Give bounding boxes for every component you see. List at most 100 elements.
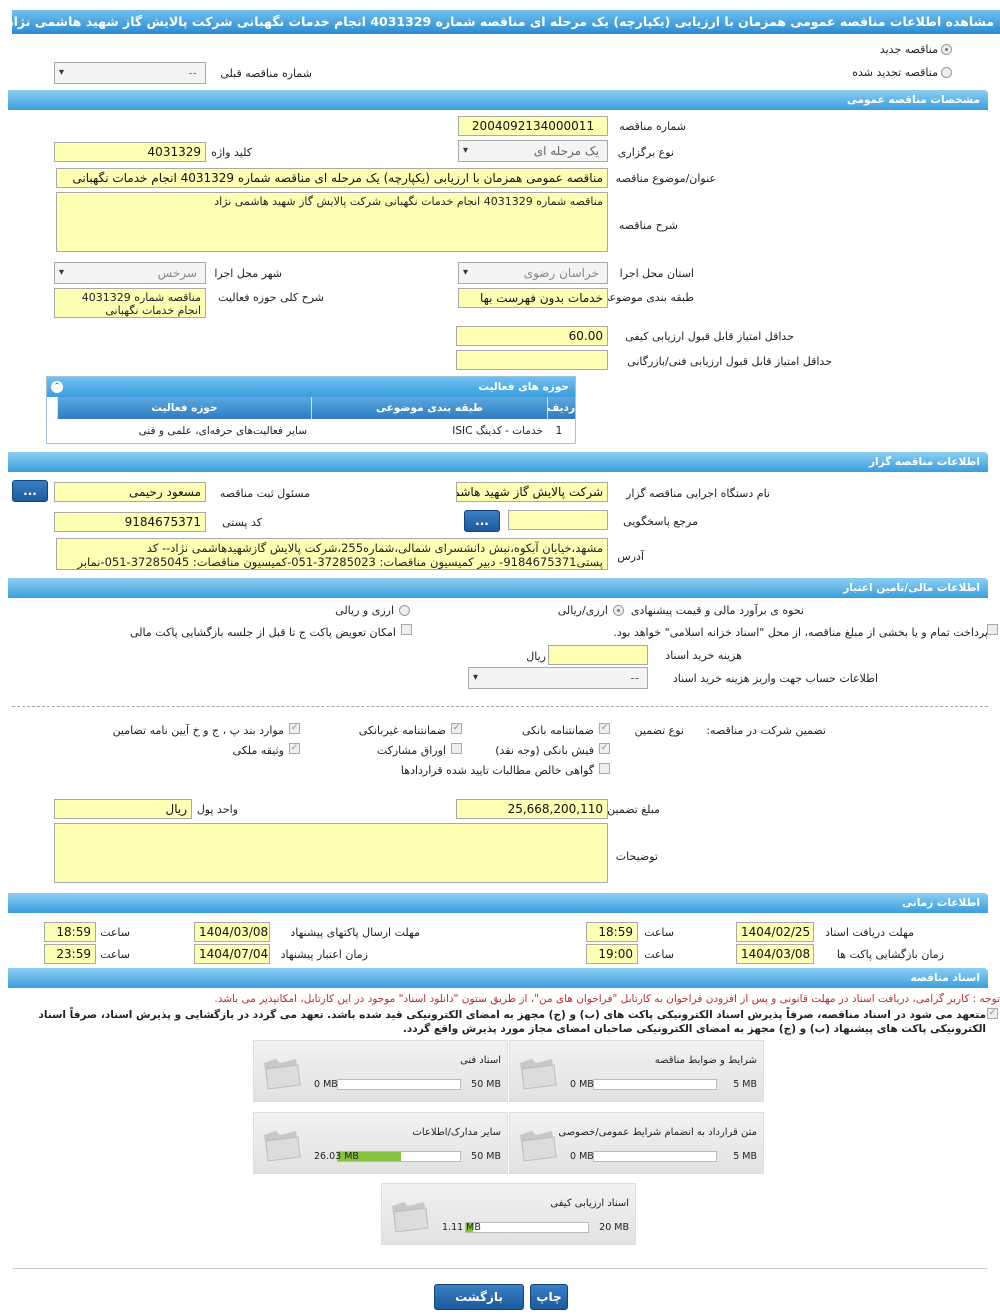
g1-label: ضمانتنامه بانکی xyxy=(521,724,594,737)
g2-checkbox[interactable]: ✓ xyxy=(451,723,462,734)
org-lookup-button[interactable]: ... xyxy=(12,480,48,502)
keyword-field[interactable]: 4031329 xyxy=(54,142,206,162)
org-name-field[interactable]: شرکت پالایش گاز شهید هاشمی نژاد xyxy=(456,482,608,502)
treasury-checkbox[interactable] xyxy=(987,624,998,635)
folder-icon xyxy=(264,1059,301,1090)
prev-number-label: شماره مناقصه قبلی xyxy=(220,67,312,80)
account-select[interactable]: -- ▾ xyxy=(468,667,648,689)
guarantee-type-label: نوع تضمین xyxy=(634,724,684,737)
validity-field[interactable]: 1404/07/04 xyxy=(194,944,270,964)
file-card[interactable]: شرایط و ضوابط مناقصه 5 MB 0 MB xyxy=(509,1040,764,1102)
table-cell: سایر فعالیت‌های حرفه‌ای، علمی و فنی xyxy=(138,425,307,437)
tech-score-label: حداقل امتیاز قابل قبول ارزیابی فنی/بازرگ… xyxy=(627,355,832,368)
subject-field[interactable]: مناقصه عمومی همزمان با ارزیابی (یکپارچه)… xyxy=(56,168,608,188)
file-max-size: 50 MB xyxy=(471,1079,501,1090)
time-label: ساعت xyxy=(644,926,674,939)
tech-score-field[interactable] xyxy=(456,350,608,370)
new-tender-radio[interactable] xyxy=(941,44,952,55)
print-button[interactable]: چاپ xyxy=(530,1284,568,1310)
city-select[interactable]: سرخس ▾ xyxy=(54,262,206,284)
section-docs: اسناد مناقصه xyxy=(8,968,988,988)
activity-table: حوزه های فعالیت ⌃ ردیف طبقه بندی موضوعی … xyxy=(46,376,576,444)
responsible-field[interactable]: مسعود رحیمی xyxy=(54,482,206,502)
guarantee-amount-label: مبلغ تضمین xyxy=(607,803,660,816)
chevron-down-icon: ▾ xyxy=(473,672,479,683)
reference-lookup-button[interactable]: ... xyxy=(464,510,500,532)
address-field[interactable]: مشهد،خیابان آبکوه،نبش دانشسرای شمالی،شما… xyxy=(56,538,608,570)
back-button[interactable]: بازگشت xyxy=(434,1284,524,1310)
doc-cost-field[interactable] xyxy=(548,645,648,665)
time-label: ساعت xyxy=(100,948,130,961)
estimation-radio-1[interactable] xyxy=(613,605,624,616)
upload-progress-bar xyxy=(465,1222,589,1233)
tender-number-label: شماره مناقصه xyxy=(619,120,686,133)
collapse-icon[interactable]: ⌃ xyxy=(51,381,63,393)
postal-code-field[interactable]: 9184675371 xyxy=(54,512,206,532)
estimation-option-1: ارزی/ریالی xyxy=(557,604,608,617)
send-deadline-label: مهلت ارسال پاکتهای پیشنهاد xyxy=(290,926,420,939)
send-deadline-field[interactable]: 1404/03/08 xyxy=(194,922,270,942)
notes-label: توضیحات xyxy=(615,850,658,863)
swap-checkbox[interactable] xyxy=(401,624,412,635)
g4-checkbox[interactable]: ✓ xyxy=(599,743,610,754)
swap-label: امکان تعویض پاکت ج تا قبل از جلسه بازگشا… xyxy=(130,626,396,639)
prev-number-select[interactable]: -- ▾ xyxy=(54,62,206,84)
opening-time-field[interactable]: 19:00 xyxy=(586,944,638,964)
chevron-down-icon: ▾ xyxy=(59,267,65,278)
col-field: حوزه فعالیت xyxy=(57,397,311,419)
opening-field[interactable]: 1404/03/08 xyxy=(736,944,814,964)
notes-field[interactable] xyxy=(54,823,608,883)
g5-checkbox[interactable] xyxy=(451,743,462,754)
renewed-tender-radio[interactable] xyxy=(941,67,952,78)
receive-deadline-field[interactable]: 1404/02/25 xyxy=(736,922,814,942)
tender-number-field[interactable]: 2004092134000011 xyxy=(458,116,608,136)
send-time-field[interactable]: 18:59 xyxy=(44,922,96,942)
guarantee-amount-field[interactable]: 25,668,200,110 xyxy=(456,799,608,819)
file-max-size: 5 MB xyxy=(733,1079,757,1090)
validity-time-field[interactable]: 23:59 xyxy=(44,944,96,964)
g6-checkbox[interactable]: ✓ xyxy=(289,743,300,754)
commit-checkbox[interactable]: ✓ xyxy=(987,1008,998,1019)
g7-label: گواهی خالص مطالبات تایید شده قراردادها xyxy=(400,764,594,777)
divider xyxy=(12,1268,988,1269)
reference-label: مرجع پاسخگویی xyxy=(623,515,698,528)
file-card[interactable]: سایر مدارک/اطلاعات 50 MB 26.03 MB xyxy=(253,1112,508,1174)
file-card[interactable]: اسناد فنی 50 MB 0 MB xyxy=(253,1040,508,1102)
folder-icon xyxy=(520,1059,557,1090)
file-max-size: 50 MB xyxy=(471,1151,501,1162)
page-title: مشاهده اطلاعات مناقصه عمومی همزمان با ار… xyxy=(12,10,1000,34)
g1-checkbox[interactable]: ✓ xyxy=(599,723,610,734)
col-category: طبقه بندی موضوعی xyxy=(311,397,547,419)
currency-unit-field[interactable]: ریال xyxy=(54,799,192,819)
quality-score-field[interactable]: 60.00 xyxy=(456,326,608,346)
type-label: نوع برگزاری xyxy=(617,146,674,159)
estimation-radio-2[interactable] xyxy=(399,605,410,616)
description-field[interactable]: مناقصه شماره 4031329 انجام خدمات نگهبانی… xyxy=(56,192,608,252)
upload-progress-bar xyxy=(593,1151,717,1162)
g3-checkbox[interactable]: ✓ xyxy=(289,723,300,734)
time-label: ساعت xyxy=(644,948,674,961)
guarantee-label: تضمین شرکت در مناقصه: xyxy=(706,724,826,737)
folder-icon xyxy=(392,1202,429,1233)
province-select[interactable]: خراسان رضوی ▾ xyxy=(458,262,608,284)
category-label: طبقه بندی موضوعی xyxy=(600,291,694,304)
scope-field[interactable]: مناقصه شماره 4031329 انجام خدمات نگهبانی xyxy=(54,288,206,318)
address-label: آدرس xyxy=(617,550,644,563)
type-select[interactable]: یک مرحله ای ▾ xyxy=(458,140,608,162)
g7-checkbox[interactable] xyxy=(599,763,610,774)
file-current-size: 1.11 MB xyxy=(442,1222,481,1233)
file-max-size: 5 MB xyxy=(733,1151,757,1162)
receive-time-field[interactable]: 18:59 xyxy=(586,922,638,942)
category-field[interactable]: خدمات بدون فهرست بها xyxy=(458,288,608,308)
doc-cost-label: هزینه خرید اسناد xyxy=(665,649,742,662)
file-card[interactable]: اسناد ارزیابی کیفی 20 MB 1.11 MB xyxy=(381,1183,636,1245)
file-card[interactable]: متن قرارداد به انضمام شرایط عمومی/خصوصی 5… xyxy=(509,1112,764,1174)
reference-field[interactable] xyxy=(508,510,608,530)
account-label: اطلاعات حساب جهت واریز هزینه خرید اسناد xyxy=(672,672,878,685)
province-label: استان محل اجرا xyxy=(619,267,694,280)
description-label: شرح مناقصه xyxy=(618,219,678,232)
table-cell: خدمات - کدینگ ISIC xyxy=(452,425,543,437)
file-current-size: 0 MB xyxy=(314,1079,338,1090)
divider xyxy=(12,706,988,707)
docs-note: توجه : کاربر گرامی، دریافت اسناد در مهلت… xyxy=(214,993,1000,1005)
